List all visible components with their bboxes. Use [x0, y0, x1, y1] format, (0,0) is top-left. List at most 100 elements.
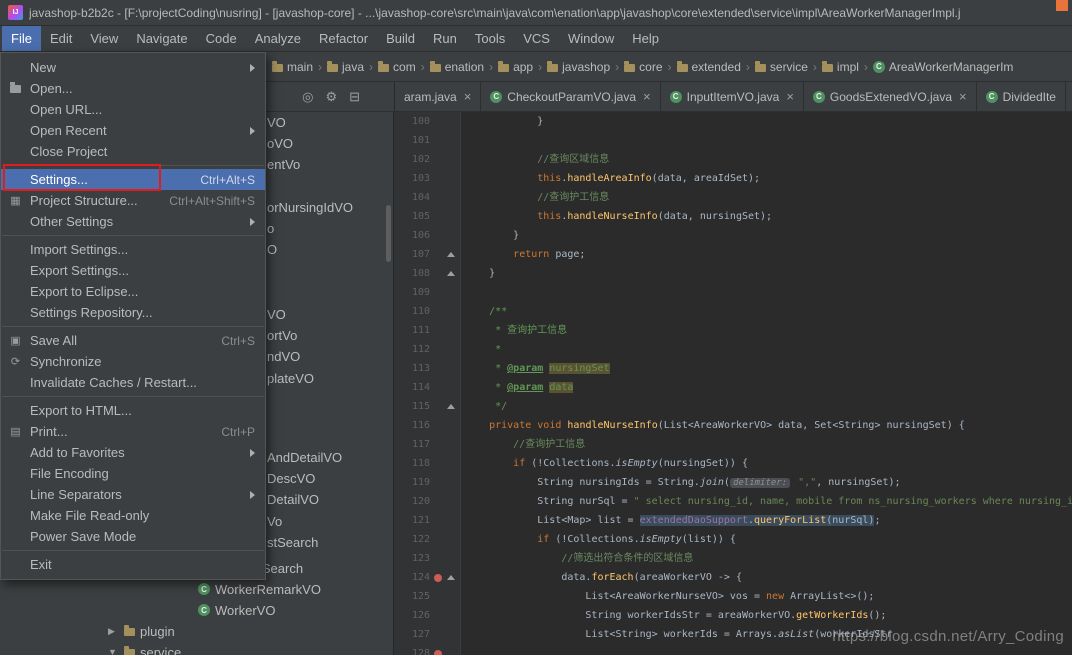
menu-item-save-all[interactable]: ▣ Save All Ctrl+S — [1, 330, 265, 351]
breadcrumb-item-enation[interactable]: enation — [429, 60, 484, 74]
line-number[interactable]: 122 — [394, 534, 430, 545]
menubar-item-navigate[interactable]: Navigate — [127, 26, 196, 51]
error-marker-icon[interactable] — [433, 649, 442, 655]
collapse-all-icon[interactable]: ⊟ — [349, 90, 360, 103]
menubar-item-file[interactable]: File — [2, 26, 41, 51]
menubar-item-tools[interactable]: Tools — [466, 26, 514, 51]
line-number[interactable]: 110 — [394, 306, 430, 317]
line-number[interactable]: 103 — [394, 173, 430, 184]
menu-item-import-settings[interactable]: Import Settings... — [1, 239, 265, 260]
menubar-item-code[interactable]: Code — [197, 26, 246, 51]
line-number[interactable]: 120 — [394, 496, 430, 507]
line-number[interactable]: 112 — [394, 344, 430, 355]
breadcrumb-item-extended[interactable]: extended — [676, 60, 741, 74]
menu-item-project-structure[interactable]: ▦ Project Structure... Ctrl+Alt+Shift+S — [1, 190, 265, 211]
breadcrumb-item-com[interactable]: com — [378, 60, 416, 74]
code-area[interactable]: } //查询区域信息 this.handleAreaInfo(data, are… — [461, 112, 1072, 655]
menu-item-open[interactable]: Open... — [1, 78, 265, 99]
menu-item-open-recent[interactable]: Open Recent — [1, 120, 265, 141]
menu-item-close-project[interactable]: Close Project — [1, 141, 265, 162]
tree-item-vo[interactable]: Vo — [267, 511, 282, 531]
tree-item-vo[interactable]: VO — [267, 112, 286, 132]
line-number[interactable]: 108 — [394, 268, 430, 279]
tab-close-icon[interactable]: × — [959, 89, 967, 104]
menubar-item-vcs[interactable]: VCS — [514, 26, 559, 51]
menubar-item-run[interactable]: Run — [424, 26, 466, 51]
line-number[interactable]: 117 — [394, 439, 430, 450]
menubar-item-refactor[interactable]: Refactor — [310, 26, 377, 51]
breadcrumb-item-java[interactable]: java — [327, 60, 364, 74]
tab-aram-java[interactable]: aram.java × — [395, 82, 482, 111]
tree-item-service[interactable]: ▼ service — [108, 642, 181, 655]
line-number[interactable]: 124 — [394, 572, 430, 583]
line-number[interactable]: 111 — [394, 325, 430, 336]
chevron-down-icon[interactable]: ▼ — [108, 647, 119, 655]
menubar-item-edit[interactable]: Edit — [41, 26, 81, 51]
tree-item-ovo[interactable]: oVO — [267, 133, 293, 153]
tree-item-detailvo[interactable]: DetailVO — [267, 489, 319, 509]
tab-inputitemvo-java[interactable]: C InputItemVO.java × — [661, 82, 804, 111]
settings-gear-icon[interactable]: ⚙ — [325, 90, 337, 103]
breadcrumb-item-areaworkermanagerim[interactable]: C AreaWorkerManagerIm — [872, 60, 1013, 74]
fold-marker-icon[interactable] — [446, 271, 455, 276]
tab-dividedite[interactable]: C DividedIte — [977, 82, 1066, 111]
menu-item-make-file-read-only[interactable]: Make File Read-only — [1, 505, 265, 526]
tab-close-icon[interactable]: × — [464, 89, 472, 104]
menu-item-file-encoding[interactable]: File Encoding — [1, 463, 265, 484]
menu-item-export-to-html[interactable]: Export to HTML... — [1, 400, 265, 421]
breadcrumb-item-impl[interactable]: impl — [821, 60, 859, 74]
menu-item-synchronize[interactable]: ⟳ Synchronize — [1, 351, 265, 372]
tree-item-platevo[interactable]: plateVO — [267, 368, 314, 388]
tree-item-stsearch[interactable]: stSearch — [267, 532, 318, 552]
menu-item-new[interactable]: New — [1, 57, 265, 78]
fold-marker-icon[interactable] — [446, 575, 455, 580]
menubar-item-window[interactable]: Window — [559, 26, 623, 51]
tree-item-ndvo[interactable]: ndVO — [267, 346, 300, 366]
menu-item-add-to-favorites[interactable]: Add to Favorites — [1, 442, 265, 463]
tree-scrollbar[interactable] — [386, 205, 391, 262]
menu-item-invalidate-caches-restart[interactable]: Invalidate Caches / Restart... — [1, 372, 265, 393]
tree-item-o[interactable]: o — [267, 218, 274, 238]
line-number[interactable]: 114 — [394, 382, 430, 393]
menubar-item-help[interactable]: Help — [623, 26, 668, 51]
menu-item-exit[interactable]: Exit — [1, 554, 265, 575]
menu-item-export-settings[interactable]: Export Settings... — [1, 260, 265, 281]
tab-checkoutparamvo-java[interactable]: C CheckoutParamVO.java × — [481, 82, 661, 111]
menubar-item-build[interactable]: Build — [377, 26, 424, 51]
line-number[interactable]: 116 — [394, 420, 430, 431]
menu-item-settings[interactable]: Settings... Ctrl+Alt+S — [1, 169, 265, 190]
line-number[interactable]: 125 — [394, 591, 430, 602]
editor[interactable]: 100 101 102 103 104 105 106 107 108 109 110 111 112 1… — [394, 112, 1072, 655]
tree-item-anddetailvo[interactable]: AndDetailVO — [267, 447, 342, 467]
line-number[interactable]: 115 — [394, 401, 430, 412]
line-number[interactable]: 105 — [394, 211, 430, 222]
tree-item-workervo[interactable]: C WorkerVO — [198, 600, 275, 620]
tree-item-ornursingidvo[interactable]: orNursingIdVO — [267, 197, 353, 217]
fold-marker-icon[interactable] — [446, 404, 455, 409]
line-number[interactable]: 109 — [394, 287, 430, 298]
breadcrumb-item-javashop[interactable]: javashop — [547, 60, 610, 74]
line-number[interactable]: 128 — [394, 648, 430, 655]
line-number[interactable]: 119 — [394, 477, 430, 488]
fold-marker-icon[interactable] — [446, 252, 455, 257]
line-number[interactable]: 113 — [394, 363, 430, 374]
gutter[interactable]: 100 101 102 103 104 105 106 107 108 109 110 111 112 1… — [394, 112, 461, 655]
breadcrumb-item-service[interactable]: service — [754, 60, 808, 74]
tree-item-descvo[interactable]: DescVO — [267, 468, 315, 488]
tab-goodsextenedvo-java[interactable]: C GoodsExtenedVO.java × — [804, 82, 977, 111]
line-number[interactable]: 102 — [394, 154, 430, 165]
menu-item-power-save-mode[interactable]: Power Save Mode — [1, 526, 265, 547]
tree-item-ortvo[interactable]: ortVo — [267, 325, 297, 345]
menu-item-other-settings[interactable]: Other Settings — [1, 211, 265, 232]
breadcrumb-item-main[interactable]: main — [272, 60, 313, 74]
line-number[interactable]: 107 — [394, 249, 430, 260]
line-number[interactable]: 121 — [394, 515, 430, 526]
locate-file-icon[interactable]: ◎ — [302, 90, 313, 103]
line-number[interactable]: 104 — [394, 192, 430, 203]
menu-item-settings-repository[interactable]: Settings Repository... — [1, 302, 265, 323]
tree-item-workerremarkvo[interactable]: C WorkerRemarkVO — [198, 579, 321, 599]
menu-item-line-separators[interactable]: Line Separators — [1, 484, 265, 505]
line-number[interactable]: 127 — [394, 629, 430, 640]
breadcrumb-item-app[interactable]: app — [498, 60, 533, 74]
line-number[interactable]: 100 — [394, 116, 430, 127]
